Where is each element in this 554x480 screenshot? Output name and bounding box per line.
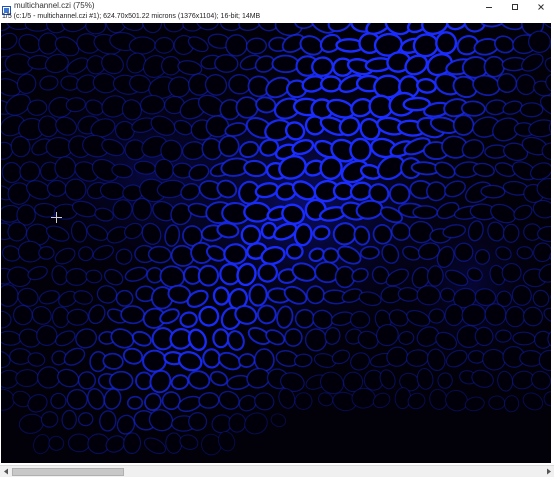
image-window: multichannel.czi (75%) 1/5 (c:1/5 - mult… <box>0 0 554 480</box>
cell-wall <box>147 245 172 264</box>
image-canvas[interactable] <box>1 23 551 463</box>
imagej-icon <box>2 2 11 15</box>
cell-wall <box>132 197 152 221</box>
close-button[interactable] <box>528 0 554 13</box>
image-info-text: 1/5 (c:1/5 - multichannel.czi #1); 624.7… <box>2 13 261 20</box>
cell-wall <box>77 371 97 390</box>
chevron-right-icon[interactable] <box>543 466 554 477</box>
window-title: multichannel.czi (75%) <box>14 1 95 10</box>
cell-wall <box>426 265 444 287</box>
image-info-bar: 1/5 (c:1/5 - multichannel.czi #1); 624.7… <box>0 13 554 23</box>
minimize-icon <box>486 6 492 8</box>
cell-wall <box>228 74 252 95</box>
cell-wall <box>38 245 55 260</box>
microscopy-image <box>1 23 551 463</box>
cell-wall <box>285 243 304 260</box>
window-controls <box>476 0 554 13</box>
cell-wall <box>480 184 506 199</box>
cell-wall <box>115 289 134 307</box>
title-bar[interactable]: multichannel.czi (75%) <box>0 0 554 15</box>
cell-wall <box>304 328 328 352</box>
cell-wall <box>99 410 117 432</box>
horizontal-scrollbar[interactable] <box>0 465 554 477</box>
cell-wall <box>120 305 146 325</box>
cell-wall <box>214 54 239 73</box>
cell-wall <box>165 432 183 454</box>
scrollbar-thumb[interactable] <box>12 468 124 476</box>
cell-wall <box>359 245 380 260</box>
cell-wall <box>77 412 94 427</box>
cell-wall <box>61 409 77 430</box>
cell-wall <box>212 286 230 306</box>
cell-wall <box>248 283 268 307</box>
cell-wall <box>467 350 485 364</box>
cell-wall <box>416 285 441 306</box>
cell-wall <box>142 349 167 373</box>
cell-wall <box>154 36 175 54</box>
maximize-icon <box>512 3 518 10</box>
close-icon <box>538 3 544 10</box>
cell-wall <box>483 55 506 78</box>
cell-wall <box>495 329 512 343</box>
cell-wall <box>78 246 94 262</box>
cell-wall <box>311 56 334 77</box>
cell-wall <box>412 205 439 220</box>
cell-wall <box>349 137 372 162</box>
cell-wall <box>126 395 144 410</box>
cell-wall <box>351 387 376 409</box>
cell-wall <box>15 369 39 388</box>
cell-wall <box>65 268 88 287</box>
cell-wall <box>322 247 340 264</box>
cell-wall <box>243 201 272 223</box>
maximize-button[interactable] <box>502 0 528 13</box>
cell-wall <box>435 31 458 55</box>
cell-wall <box>197 264 220 287</box>
cell-wall <box>108 370 134 391</box>
cell-wall <box>271 54 300 74</box>
cell-wall <box>320 75 342 93</box>
cell-wall <box>66 308 89 326</box>
chevron-left-icon[interactable] <box>0 466 11 477</box>
cell-wall <box>67 433 91 453</box>
cell-wall <box>212 328 230 349</box>
cell-wall <box>350 310 371 329</box>
crosshair-cursor-icon <box>51 210 62 223</box>
cell-wall <box>235 96 259 119</box>
minimize-button[interactable] <box>476 0 502 13</box>
cell-wall <box>460 100 486 117</box>
cell-wall <box>46 179 67 197</box>
cell-wall <box>505 305 526 328</box>
cell-wall <box>519 102 544 118</box>
cell-wall <box>512 331 536 346</box>
cell-wall <box>223 243 248 265</box>
